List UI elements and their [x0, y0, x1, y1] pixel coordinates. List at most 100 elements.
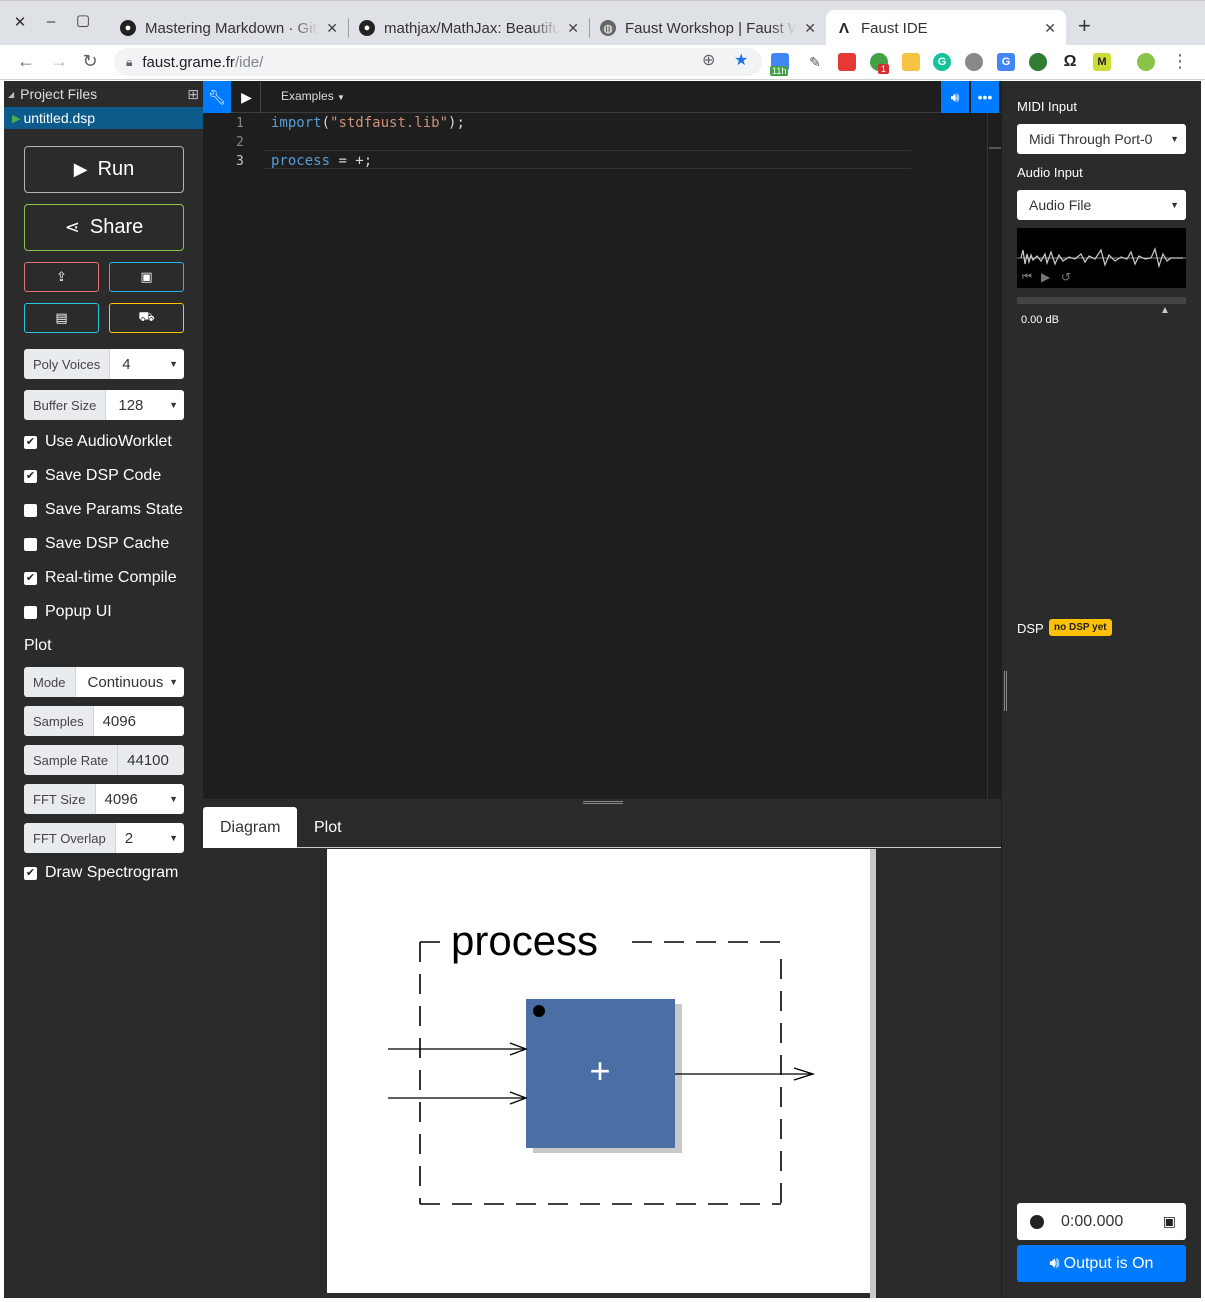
gain-value: 0.00 dB	[1021, 314, 1059, 326]
evernote-extension-icon[interactable]	[1029, 53, 1047, 71]
block-label: +	[589, 1050, 610, 1091]
window-close-icon[interactable]: ✕	[10, 13, 30, 31]
window-minimize-icon[interactable]: –	[41, 13, 61, 30]
faust-ide-app: ◢ Project Files ⊞ ▶ untitled.dsp ▶ Run ⋖…	[4, 81, 1201, 1298]
record-icon[interactable]	[1030, 1214, 1044, 1229]
grammarly-extension-icon[interactable]: G	[933, 53, 951, 71]
tab-close-icon[interactable]: ✕	[567, 20, 579, 37]
audio-input-label: Audio Input	[1017, 165, 1083, 180]
add-to-page-icon[interactable]: ⊕	[702, 50, 715, 70]
window-maximize-icon[interactable]: ▢	[73, 11, 93, 29]
gain-slider-thumb-icon[interactable]: ▲	[1160, 305, 1170, 316]
recorder: 0:00.000 ▣	[1017, 1203, 1186, 1240]
book-icon: ▤	[55, 310, 68, 325]
save-file-button[interactable]: ▣	[109, 262, 184, 292]
omega-extension-icon[interactable]: Ω	[1061, 53, 1079, 71]
save-params-state-checkbox[interactable]: Save Params State	[24, 500, 183, 520]
popup-ui-checkbox[interactable]: Popup UI	[24, 602, 112, 622]
github-icon: ●	[359, 20, 375, 36]
audio-input-select[interactable]: Audio File ▼	[1017, 190, 1186, 220]
more-icon[interactable]: •••	[971, 81, 999, 113]
collapse-triangle-icon[interactable]: ◢	[8, 90, 14, 99]
share-button[interactable]: ⋖ Share	[24, 204, 184, 251]
save-dsp-cache-checkbox[interactable]: Save DSP Cache	[24, 534, 169, 554]
wrench-icon[interactable]: 🔧︎	[203, 81, 231, 113]
export-button[interactable]: ⛟	[109, 303, 184, 333]
play-icon[interactable]: ▶	[1041, 270, 1050, 284]
play-icon[interactable]: ▶	[233, 81, 261, 113]
checkbox-unchecked-icon	[24, 605, 37, 619]
save-icon[interactable]: ▣	[1163, 1213, 1176, 1230]
panel-resize-handle[interactable]	[1004, 671, 1007, 711]
forward-icon[interactable]: →	[47, 51, 71, 72]
realtime-compile-checkbox[interactable]: ✔ Real-time Compile	[24, 568, 177, 588]
browser-tab-mathjax[interactable]: ● mathjax/MathJax: Beautiful math ✕	[349, 10, 589, 46]
translate-extension-icon[interactable]: G	[997, 53, 1015, 71]
browser-tab-markdown[interactable]: ● Mastering Markdown · GitHub ✕	[110, 10, 348, 46]
url-input[interactable]: 🔒︎ faust.grame.fr/ide/	[114, 48, 762, 76]
browser-tab-faust-ide[interactable]: Λ Faust IDE ✕	[826, 10, 1066, 46]
chevron-down-icon: ▼	[1170, 134, 1179, 144]
upload-button[interactable]: ⇪	[24, 262, 99, 292]
skip-back-icon[interactable]: ⏮	[1022, 271, 1032, 284]
eyedropper-extension-icon[interactable]: ✎	[806, 53, 824, 71]
notes-extension-icon[interactable]	[902, 53, 920, 71]
tab-diagram[interactable]: Diagram	[203, 807, 298, 848]
checkbox-unchecked-icon	[24, 537, 37, 551]
browser-tab-strip: ✕ – ▢ ● Mastering Markdown · GitHub ✕ ● …	[0, 0, 1205, 46]
tab-close-icon[interactable]: ✕	[804, 20, 816, 37]
examples-label: Examples	[281, 89, 334, 103]
tab-close-icon[interactable]: ✕	[1044, 20, 1056, 37]
browser-menu-icon[interactable]: ⋮	[1168, 51, 1192, 72]
lock-icon: 🔒︎	[126, 54, 133, 69]
chevron-down-icon: ▼	[337, 93, 345, 102]
midi-input-select[interactable]: Midi Through Port-0 ▼	[1017, 124, 1186, 154]
dsp-label: DSP	[1017, 621, 1044, 636]
add-file-icon[interactable]: ⊞	[187, 86, 199, 103]
samples-input[interactable]: Samples 4096	[24, 706, 184, 736]
profile-avatar[interactable]	[1137, 53, 1155, 71]
extension-count-badge: 1	[878, 64, 890, 74]
sample-rate-field: Sample Rate 44100	[24, 745, 184, 775]
use-audioworklet-checkbox[interactable]: ✔ Use AudioWorklet	[24, 432, 172, 452]
fft-size-select[interactable]: FFT Size 4096 ▼	[24, 784, 184, 814]
browser-tab-faust-workshop[interactable]: ◍ Faust Workshop | Faust Workshop ✕	[590, 10, 826, 46]
run-button[interactable]: ▶ Run	[24, 146, 184, 193]
reload-icon[interactable]: ↻	[78, 51, 102, 72]
m-extension-icon[interactable]: M	[1093, 53, 1111, 71]
audio-input-value: Audio File	[1029, 197, 1092, 213]
examples-dropdown[interactable]: Examples ▼	[281, 89, 345, 103]
plot-mode-select[interactable]: Mode Continuous ▼	[24, 667, 184, 697]
extension-icon[interactable]	[965, 53, 983, 71]
poly-voices-select[interactable]: Poly Voices 4 ▼	[24, 349, 184, 379]
code-editor[interactable]: 1 2 3 import("stdfaust.lib"); process = …	[203, 113, 1001, 799]
save-dsp-code-checkbox[interactable]: ✔ Save DSP Code	[24, 466, 161, 486]
project-files-header[interactable]: ◢ Project Files ⊞	[4, 83, 203, 105]
bookmark-star-icon[interactable]: ★	[734, 50, 748, 70]
draw-spectrogram-checkbox[interactable]: ✔ Draw Spectrogram	[24, 863, 178, 883]
speaker-icon: 🔊︎	[1049, 1254, 1060, 1272]
speaker-icon[interactable]: 🔊︎	[941, 81, 969, 113]
new-tab-icon[interactable]: +	[1078, 13, 1091, 39]
fft-overlap-select[interactable]: FFT Overlap 2 ▼	[24, 823, 184, 853]
buffer-size-label: Buffer Size	[24, 390, 107, 420]
extension-icon[interactable]	[838, 53, 856, 71]
tab-plot[interactable]: Plot	[297, 807, 359, 848]
audio-waveform[interactable]: ⏮ ▶ ↺	[1017, 228, 1186, 288]
editor-splitter[interactable]	[203, 799, 1001, 807]
diagram-title: process	[451, 917, 598, 964]
docs-button[interactable]: ▤	[24, 303, 99, 333]
right-panel: MIDI Input Midi Through Port-0 ▼ Audio I…	[1001, 81, 1201, 1298]
chevron-down-icon: ▼	[169, 833, 178, 843]
output-toggle-button[interactable]: 🔊︎ Output is On	[1017, 1245, 1186, 1282]
project-file-item[interactable]: ▶ untitled.dsp	[4, 107, 203, 129]
tab-plot-label: Plot	[314, 818, 342, 836]
project-file-name: untitled.dsp	[23, 110, 96, 126]
editor-scrollbar[interactable]	[987, 113, 1001, 799]
gain-slider[interactable]	[1017, 297, 1186, 304]
tab-close-icon[interactable]: ✕	[326, 20, 338, 37]
record-time: 0:00.000	[1061, 1212, 1124, 1230]
back-icon[interactable]: ←	[14, 51, 38, 72]
buffer-size-select[interactable]: Buffer Size 128 ▼	[24, 390, 184, 420]
loop-icon[interactable]: ↺	[1061, 270, 1071, 284]
